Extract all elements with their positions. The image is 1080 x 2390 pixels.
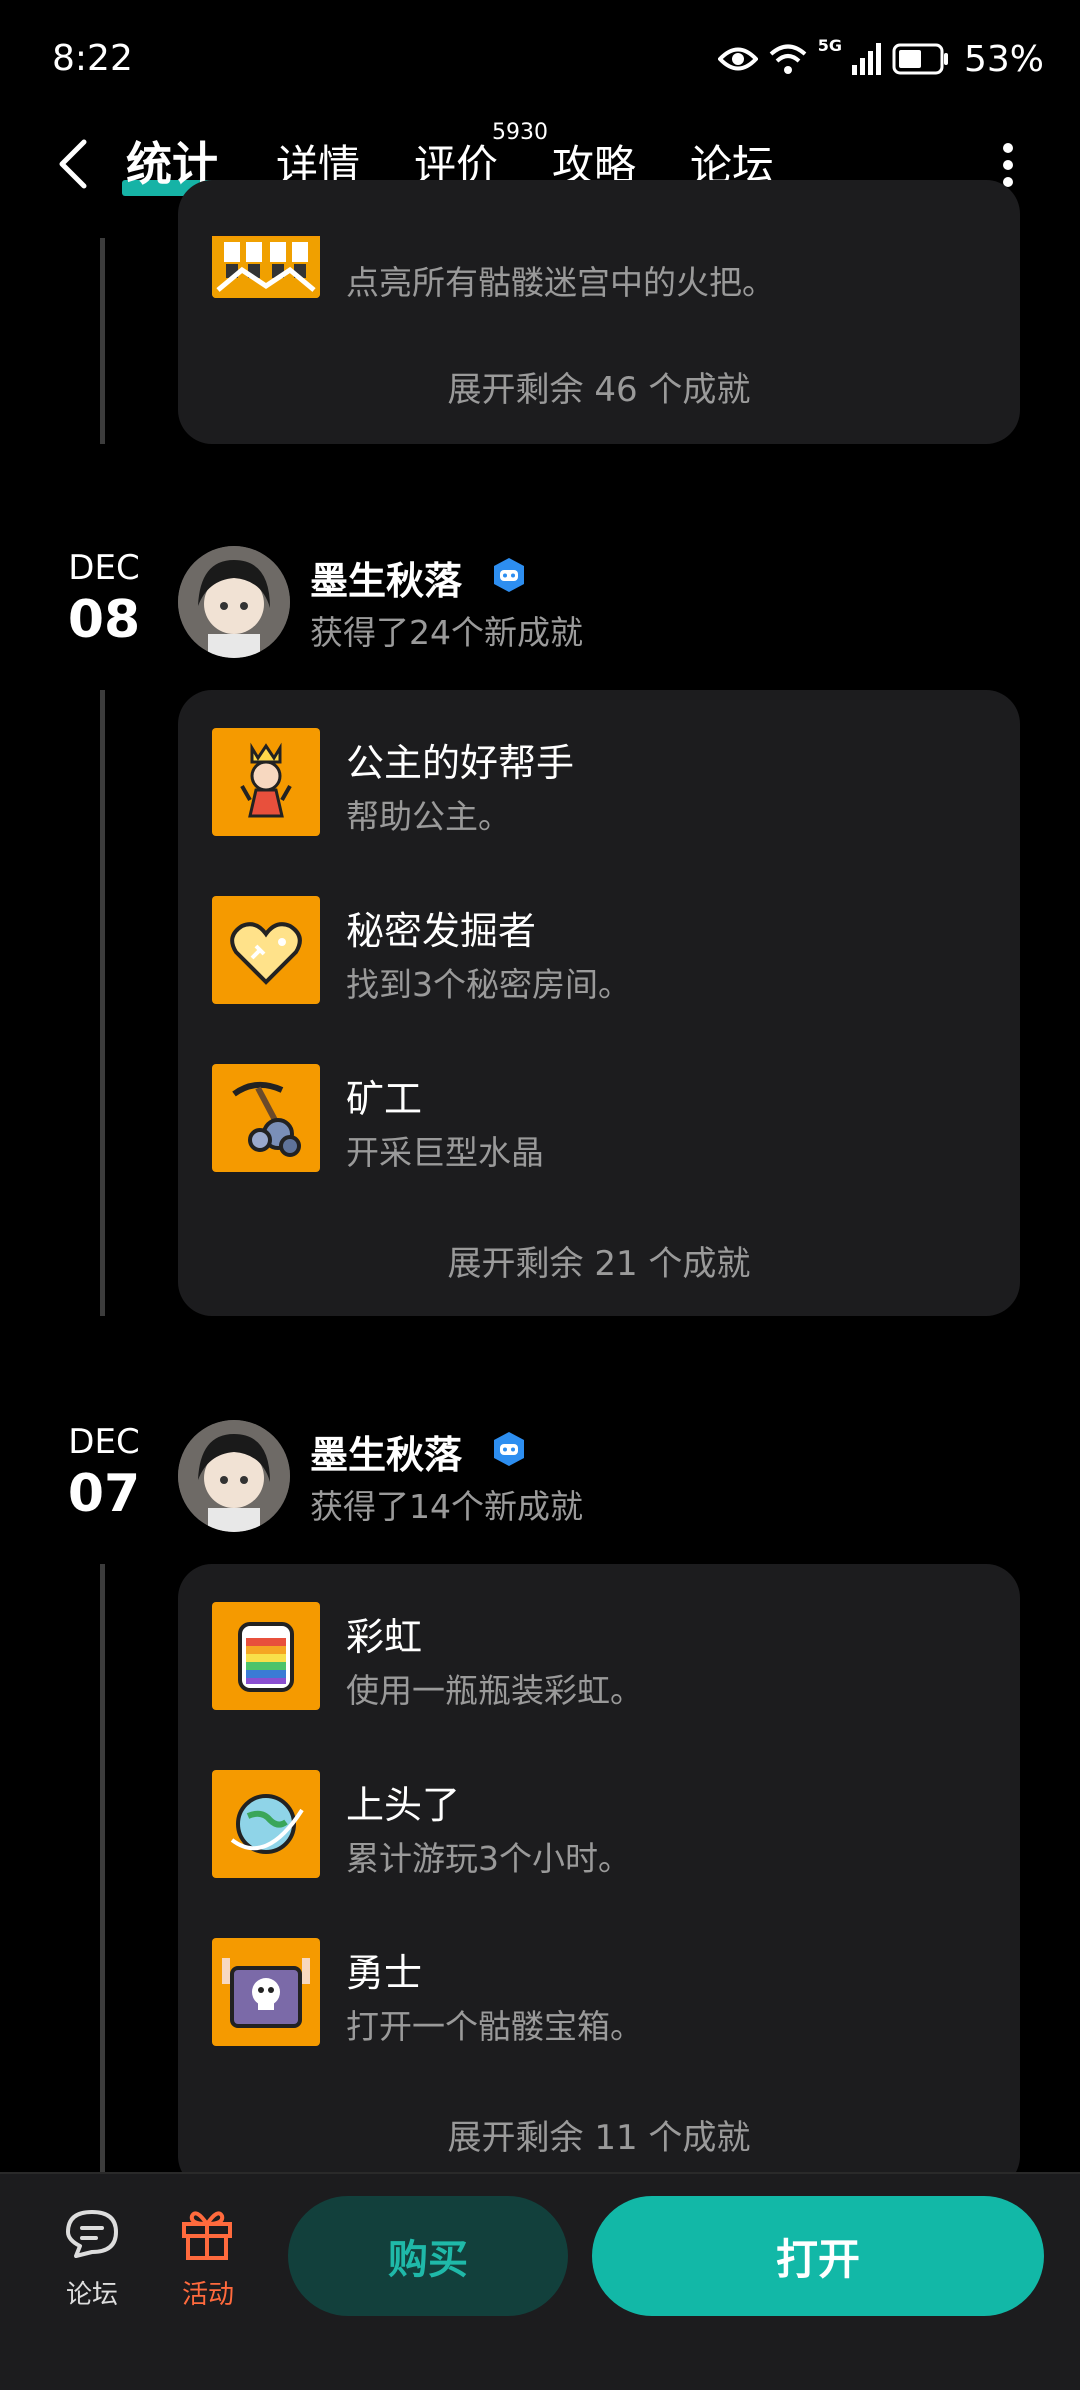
username[interactable]: 墨生秋落 [310, 1424, 462, 1479]
date-month: DEC [68, 548, 140, 588]
achievement-title: 公主的好帮手 [346, 741, 575, 785]
achievement-desc: 开采巨型水晶 [346, 1133, 544, 1172]
achievement-summary: 获得了14个新成就 [310, 1487, 583, 1526]
achievement-desc: 找到3个秘密房间。 [346, 965, 631, 1004]
date-day: 07 [67, 1464, 141, 1524]
achievement-desc: 使用一瓶瓶装彩虹。 [346, 1671, 643, 1710]
verified-gamer-icon [494, 558, 524, 592]
pickaxe-icon [212, 1064, 320, 1172]
skull-chest-icon [212, 1938, 320, 2046]
achievement-title: 彩虹 [346, 1615, 423, 1659]
activity-label[interactable]: 活动 [168, 2274, 248, 2311]
achievement-desc: 点亮所有骷髅迷宫中的火把。 [346, 263, 775, 302]
princess-icon [212, 728, 320, 836]
verified-gamer-icon [494, 1432, 524, 1466]
timeline-line [100, 1564, 105, 2172]
achievement-title: 上头了 [346, 1783, 461, 1827]
buy-button[interactable]: 购买 [288, 2196, 568, 2316]
heart-sparkle-icon [212, 896, 320, 1004]
achievement-desc: 打开一个骷髅宝箱。 [346, 2007, 643, 2046]
achievement-title: 秘密发掘者 [346, 909, 537, 953]
battery-percent: 53% [963, 38, 1044, 80]
date-day: 08 [67, 590, 141, 650]
globe-icon [212, 1770, 320, 1878]
reviews-count-badge: 5930 [492, 120, 548, 145]
network-label: 5G [817, 36, 842, 55]
avatar[interactable] [178, 546, 290, 658]
achievement-desc: 累计游玩3个小时。 [346, 1839, 631, 1878]
username[interactable]: 墨生秋落 [310, 550, 462, 605]
achievement-summary: 获得了24个新成就 [310, 613, 583, 652]
back-arrow-icon[interactable] [50, 136, 100, 192]
status-time: 8:22 [52, 38, 133, 79]
achievement-title: 勇士 [346, 1951, 423, 1995]
battery-icon [892, 43, 948, 75]
gift-icon[interactable] [178, 2204, 236, 2262]
avatar[interactable] [178, 1420, 290, 1532]
status-icons: 5G 53% [717, 36, 1044, 82]
timeline-line [100, 690, 105, 1316]
expand-more-button[interactable]: 展开剩余 11 个成就 [178, 2110, 1020, 2159]
eye-icon [717, 47, 758, 71]
forum-label[interactable]: 论坛 [52, 2274, 132, 2311]
expand-more-button[interactable]: 展开剩余 21 个成就 [178, 1236, 1020, 1285]
rainbow-jar-icon [212, 1602, 320, 1710]
achievement-desc: 帮助公主。 [346, 797, 511, 836]
expand-more-button[interactable]: 展开剩余 46 个成就 [178, 362, 1020, 411]
forum-chat-icon[interactable] [62, 2206, 122, 2262]
signal-icon [851, 43, 881, 75]
timeline-line [100, 238, 105, 444]
achievement-title: 矿工 [346, 1077, 423, 1121]
open-button[interactable]: 打开 [592, 2196, 1044, 2316]
wifi-icon [769, 44, 807, 74]
date-month: DEC [68, 1422, 140, 1462]
